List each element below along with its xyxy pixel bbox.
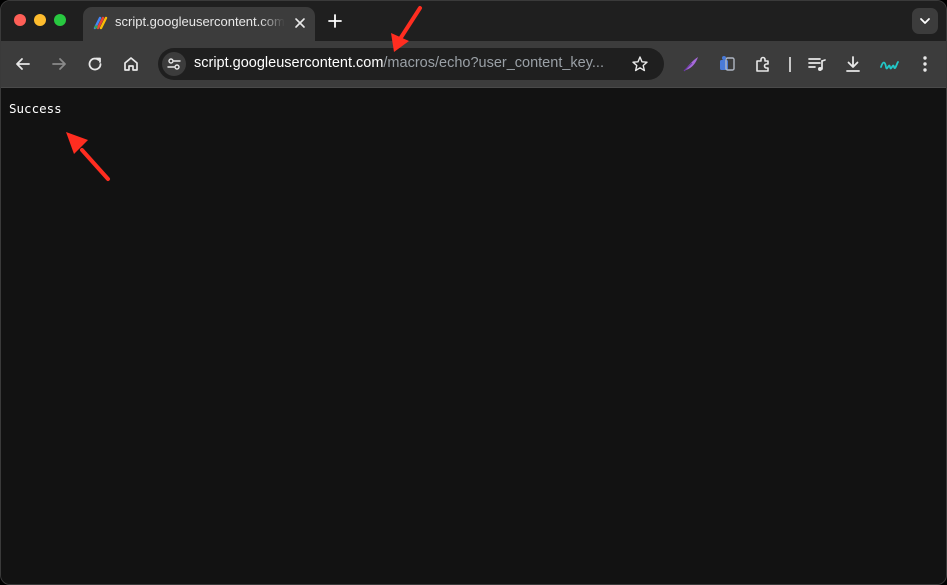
- minimize-window-button[interactable]: [34, 14, 46, 26]
- download-icon: [846, 56, 860, 72]
- arrow-left-icon: [16, 58, 30, 70]
- quill-extension-icon: [683, 57, 698, 72]
- wave-extension-icon: [880, 61, 899, 70]
- browser-window: script.googleusercontent.com script.goog…: [0, 0, 947, 585]
- close-tab-icon[interactable]: [293, 16, 307, 30]
- tab-search-button[interactable]: [912, 8, 938, 34]
- media-queue-icon: [808, 58, 826, 71]
- puzzle-extensions-icon: [756, 56, 769, 72]
- back-button[interactable]: [12, 53, 34, 75]
- reload-button[interactable]: [84, 53, 106, 75]
- browser-toolbar: script.googleusercontent.com/macros/echo…: [1, 41, 946, 88]
- bookmark-star-icon[interactable]: [631, 55, 649, 73]
- apps-script-favicon-icon: [93, 16, 108, 30]
- reload-icon: [88, 57, 102, 71]
- tab-title: script.googleusercontent.com: [115, 14, 285, 29]
- media-queue-button[interactable]: [806, 53, 828, 75]
- arrow-right-icon: [52, 58, 66, 70]
- kebab-menu-icon: [923, 56, 927, 72]
- quill-extension-button[interactable]: [680, 53, 702, 75]
- url-text[interactable]: script.googleusercontent.com/macros/echo…: [194, 55, 619, 71]
- wave-extension-button[interactable]: [878, 53, 900, 75]
- url-path: /macros/echo?user_content_key...: [383, 55, 604, 71]
- extensions-button[interactable]: [752, 53, 774, 75]
- annotation-arrow-message-icon: [66, 132, 110, 181]
- toolbar-divider: [789, 57, 791, 72]
- translate-extension-button[interactable]: [716, 53, 738, 75]
- home-button[interactable]: [120, 53, 142, 75]
- downloads-button[interactable]: [842, 53, 864, 75]
- page-content: Success: [1, 88, 946, 584]
- home-icon: [124, 57, 138, 71]
- success-message: Success: [9, 101, 62, 116]
- browser-menu-button[interactable]: [914, 53, 936, 75]
- url-host: script.googleusercontent.com: [194, 55, 384, 71]
- translate-extension-icon: [720, 56, 735, 71]
- active-tab[interactable]: script.googleusercontent.com: [83, 7, 315, 41]
- annotation-arrow-url-icon: [391, 6, 422, 52]
- close-window-button[interactable]: [14, 14, 26, 26]
- site-info-button[interactable]: [162, 52, 186, 76]
- chevron-down-icon: [920, 18, 930, 24]
- new-tab-icon[interactable]: [326, 12, 344, 30]
- forward-button[interactable]: [48, 53, 70, 75]
- tab-strip: script.googleusercontent.com: [1, 1, 946, 41]
- maximize-window-button[interactable]: [54, 14, 66, 26]
- tune-icon: [167, 58, 181, 70]
